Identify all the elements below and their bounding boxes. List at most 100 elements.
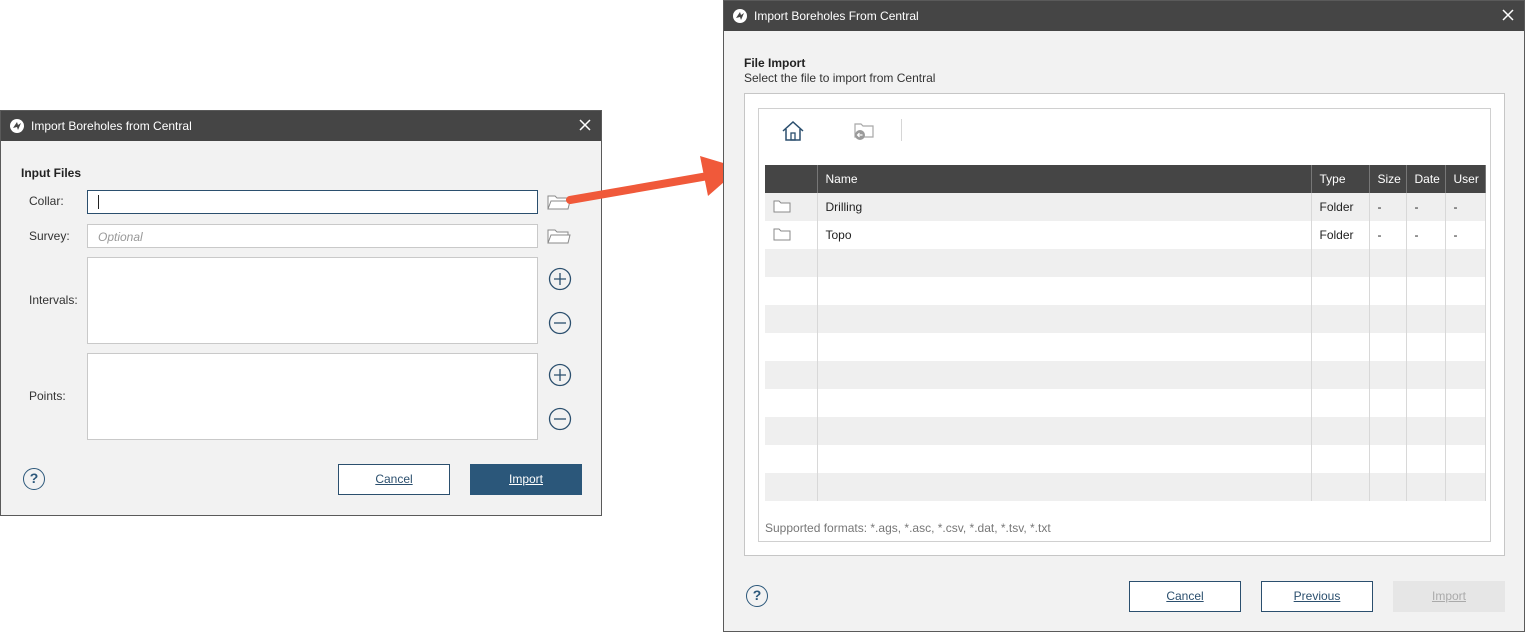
empty-cell	[1369, 305, 1407, 333]
folder-icon	[765, 221, 818, 249]
empty-cell	[1369, 277, 1407, 305]
cell-user: -	[1445, 221, 1486, 249]
previous-button[interactable]: Previous	[1261, 581, 1373, 612]
empty-table-row	[765, 277, 1486, 305]
cancel-button[interactable]: Cancel	[1129, 581, 1241, 612]
empty-cell	[817, 361, 1312, 389]
empty-cell	[1311, 361, 1370, 389]
empty-cell	[765, 305, 818, 333]
cell-size: -	[1369, 193, 1407, 221]
table-row[interactable]: Topo Folder - - -	[765, 221, 1486, 249]
file-table: Name Type Size Date User Drilling Folder -…	[765, 165, 1486, 501]
empty-cell	[1311, 417, 1370, 445]
empty-cell	[817, 445, 1312, 473]
empty-cell	[817, 417, 1312, 445]
empty-cell	[1406, 417, 1446, 445]
empty-table-row	[765, 333, 1486, 361]
survey-input[interactable]: Optional	[87, 224, 538, 248]
empty-cell	[817, 333, 1312, 361]
column-header-icon	[765, 165, 818, 193]
empty-cell	[1445, 361, 1486, 389]
help-icon[interactable]: ?	[23, 468, 45, 490]
empty-cell	[817, 277, 1312, 305]
cancel-button[interactable]: Cancel	[338, 464, 450, 495]
column-header-date[interactable]: Date	[1406, 165, 1446, 193]
import-button: Import	[1393, 581, 1505, 612]
remove-points-icon[interactable]	[548, 407, 572, 431]
empty-cell	[765, 417, 818, 445]
empty-cell	[1369, 445, 1407, 473]
empty-cell	[1311, 305, 1370, 333]
empty-cell	[1406, 249, 1446, 277]
empty-cell	[1311, 445, 1370, 473]
back-folder-icon[interactable]	[852, 119, 876, 143]
toolbar-separator	[901, 119, 902, 141]
empty-cell	[1311, 249, 1370, 277]
cell-date: -	[1406, 221, 1446, 249]
empty-table-row	[765, 417, 1486, 445]
dialog-titlebar: Import Boreholes From Central	[724, 1, 1524, 31]
app-logo-icon	[10, 119, 24, 133]
empty-cell	[817, 473, 1312, 501]
app-logo-icon	[733, 9, 747, 23]
empty-cell	[1445, 389, 1486, 417]
empty-cell	[1311, 333, 1370, 361]
empty-cell	[1445, 305, 1486, 333]
empty-cell	[765, 473, 818, 501]
empty-cell	[1369, 417, 1407, 445]
empty-table-row	[765, 305, 1486, 333]
intervals-label: Intervals:	[29, 293, 78, 307]
dialog-title: Import Boreholes From Central	[754, 9, 919, 23]
import-button[interactable]: Import	[470, 464, 582, 495]
file-browser-panel: Name Type Size Date User Drilling Folder -…	[744, 93, 1505, 556]
empty-cell	[1406, 305, 1446, 333]
remove-intervals-icon[interactable]	[548, 311, 572, 335]
close-icon[interactable]	[1500, 7, 1516, 23]
input-files-heading: Input Files	[21, 166, 81, 180]
empty-cell	[1406, 333, 1446, 361]
column-header-name[interactable]: Name	[817, 165, 1312, 193]
text-caret	[98, 195, 99, 209]
empty-cell	[765, 389, 818, 417]
empty-cell	[1369, 249, 1407, 277]
empty-table-row	[765, 249, 1486, 277]
empty-cell	[1369, 389, 1407, 417]
survey-label: Survey:	[29, 229, 70, 243]
empty-cell	[1369, 473, 1407, 501]
column-header-size[interactable]: Size	[1369, 165, 1407, 193]
add-intervals-icon[interactable]	[548, 267, 572, 291]
empty-cell	[1406, 361, 1446, 389]
empty-cell	[1311, 277, 1370, 305]
table-row[interactable]: Drilling Folder - - -	[765, 193, 1486, 221]
empty-cell	[1445, 249, 1486, 277]
collar-label: Collar:	[29, 194, 64, 208]
empty-cell	[1445, 333, 1486, 361]
transition-arrow	[566, 156, 740, 204]
column-header-user[interactable]: User	[1445, 165, 1486, 193]
home-icon[interactable]	[781, 119, 805, 143]
cell-name: Drilling	[817, 193, 1312, 221]
close-icon[interactable]	[577, 117, 593, 133]
points-list[interactable]	[87, 353, 538, 440]
dialog-titlebar: Import Boreholes from Central	[1, 111, 601, 141]
empty-cell	[1369, 333, 1407, 361]
empty-cell	[1311, 473, 1370, 501]
dialog-title: Import Boreholes from Central	[31, 119, 192, 133]
empty-cell	[765, 445, 818, 473]
empty-cell	[1406, 389, 1446, 417]
empty-table-row	[765, 361, 1486, 389]
help-icon[interactable]: ?	[746, 585, 768, 607]
empty-cell	[765, 361, 818, 389]
column-header-type[interactable]: Type	[1311, 165, 1370, 193]
cell-name: Topo	[817, 221, 1312, 249]
survey-placeholder: Optional	[98, 230, 143, 244]
add-points-icon[interactable]	[548, 363, 572, 387]
cell-type: Folder	[1311, 221, 1370, 249]
supported-formats-text: Supported formats: *.ags, *.asc, *.csv, …	[765, 521, 1051, 535]
empty-cell	[817, 305, 1312, 333]
collar-input[interactable]	[87, 190, 538, 214]
empty-cell	[817, 249, 1312, 277]
survey-browse-folder-icon[interactable]	[547, 227, 571, 245]
empty-table-row	[765, 445, 1486, 473]
intervals-list[interactable]	[87, 257, 538, 344]
